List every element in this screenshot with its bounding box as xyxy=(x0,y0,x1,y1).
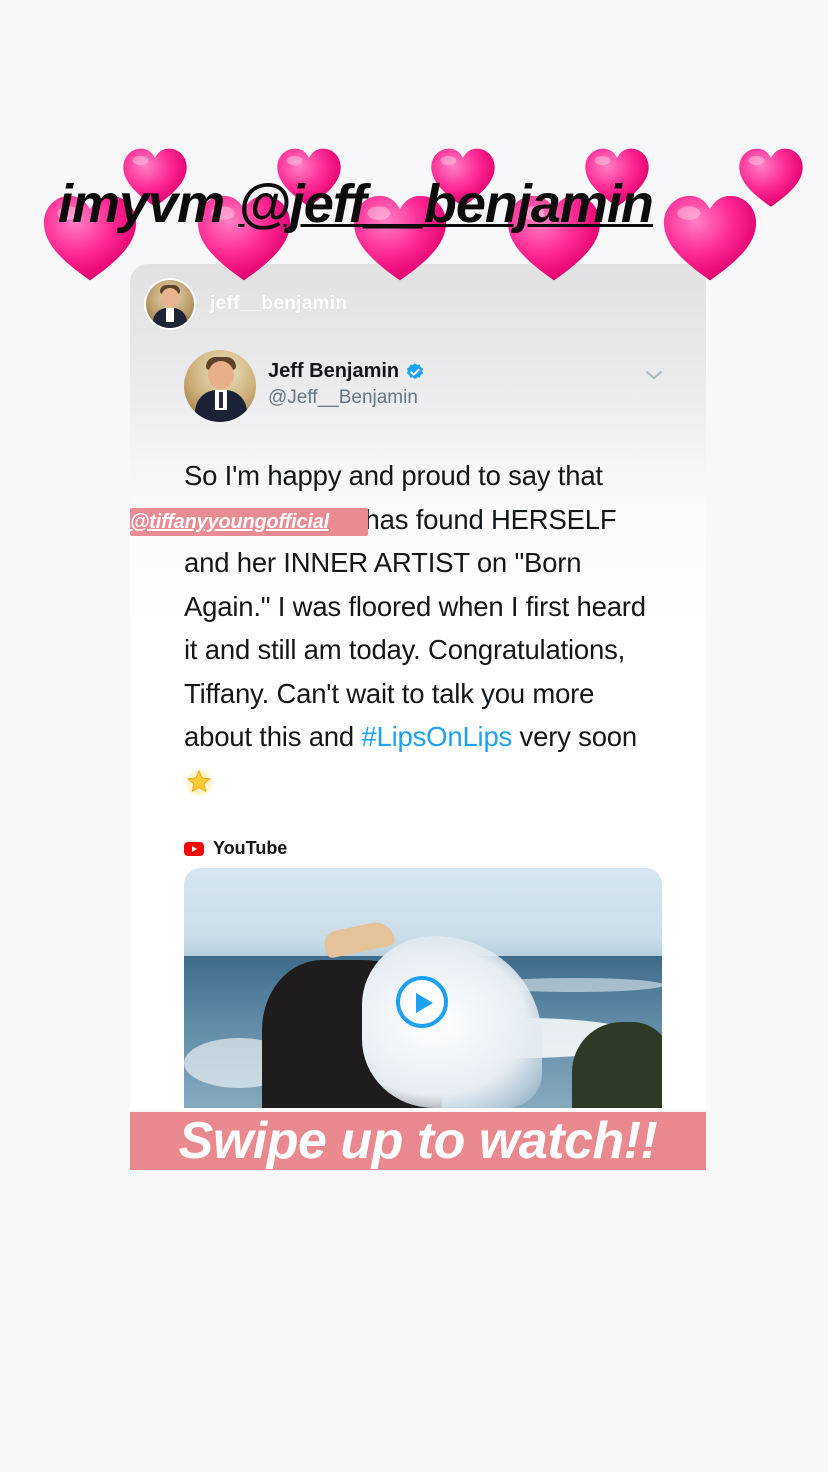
tweet-text-fragment: very soon xyxy=(512,721,638,752)
tweet-text: So I'm happy and proud to say that @tiff… xyxy=(184,454,664,802)
tweet-line: it and still am today. Congratulations, xyxy=(184,634,626,665)
tweet-author-name: Jeff Benjamin xyxy=(268,360,400,382)
mention-sticker[interactable]: @tiffanyyoungofficial xyxy=(130,508,368,536)
link-source: YouTube xyxy=(184,838,287,859)
swipe-up-caption: Swipe up to watch!! xyxy=(130,1112,706,1170)
story-caption-mention: imyvm @jeff__benjamin xyxy=(58,168,778,240)
video-thumbnail xyxy=(184,868,662,1108)
hashtag-link: #LipsOnLips xyxy=(361,721,513,752)
profile-avatar[interactable] xyxy=(146,280,194,328)
glowing-star-icon xyxy=(186,770,212,797)
tweet-line: Tiffany. Can't wait to talk you more xyxy=(184,677,595,709)
tweet-author-avatar xyxy=(184,350,256,422)
tweet-line: So I'm happy and proud to say that xyxy=(184,460,603,491)
tweet-author-handle: @Jeff__Benjamin xyxy=(268,387,418,408)
embedded-tweet: Jeff Benjamin @Jeff__Benjamin So I'm hap… xyxy=(184,350,664,1108)
caption-mention-link[interactable]: @jeff__benjamin xyxy=(238,174,654,234)
tweet-text-fragment: about this and xyxy=(184,721,362,752)
play-icon xyxy=(416,993,433,1013)
caption-text: imyvm xyxy=(58,174,239,234)
tweet-line-emoji xyxy=(184,759,664,803)
youtube-icon xyxy=(184,841,204,856)
chevron-down-icon xyxy=(646,371,662,380)
tweet-line: Again." I was floored when I first heard xyxy=(184,590,646,622)
shared-post-username[interactable]: jeff__benjamin xyxy=(210,293,347,315)
shared-post-card[interactable]: jeff__benjamin Jeff Benjamin @Jeff__Benj… xyxy=(130,264,706,1110)
tweet-line-last: about this and #LipsOnLips very soon xyxy=(184,715,664,759)
verified-badge-icon xyxy=(407,362,424,379)
tweet-line: and her INNER ARTIST on "Born xyxy=(184,547,582,578)
play-button xyxy=(396,976,448,1028)
source-label: YouTube xyxy=(213,838,288,858)
